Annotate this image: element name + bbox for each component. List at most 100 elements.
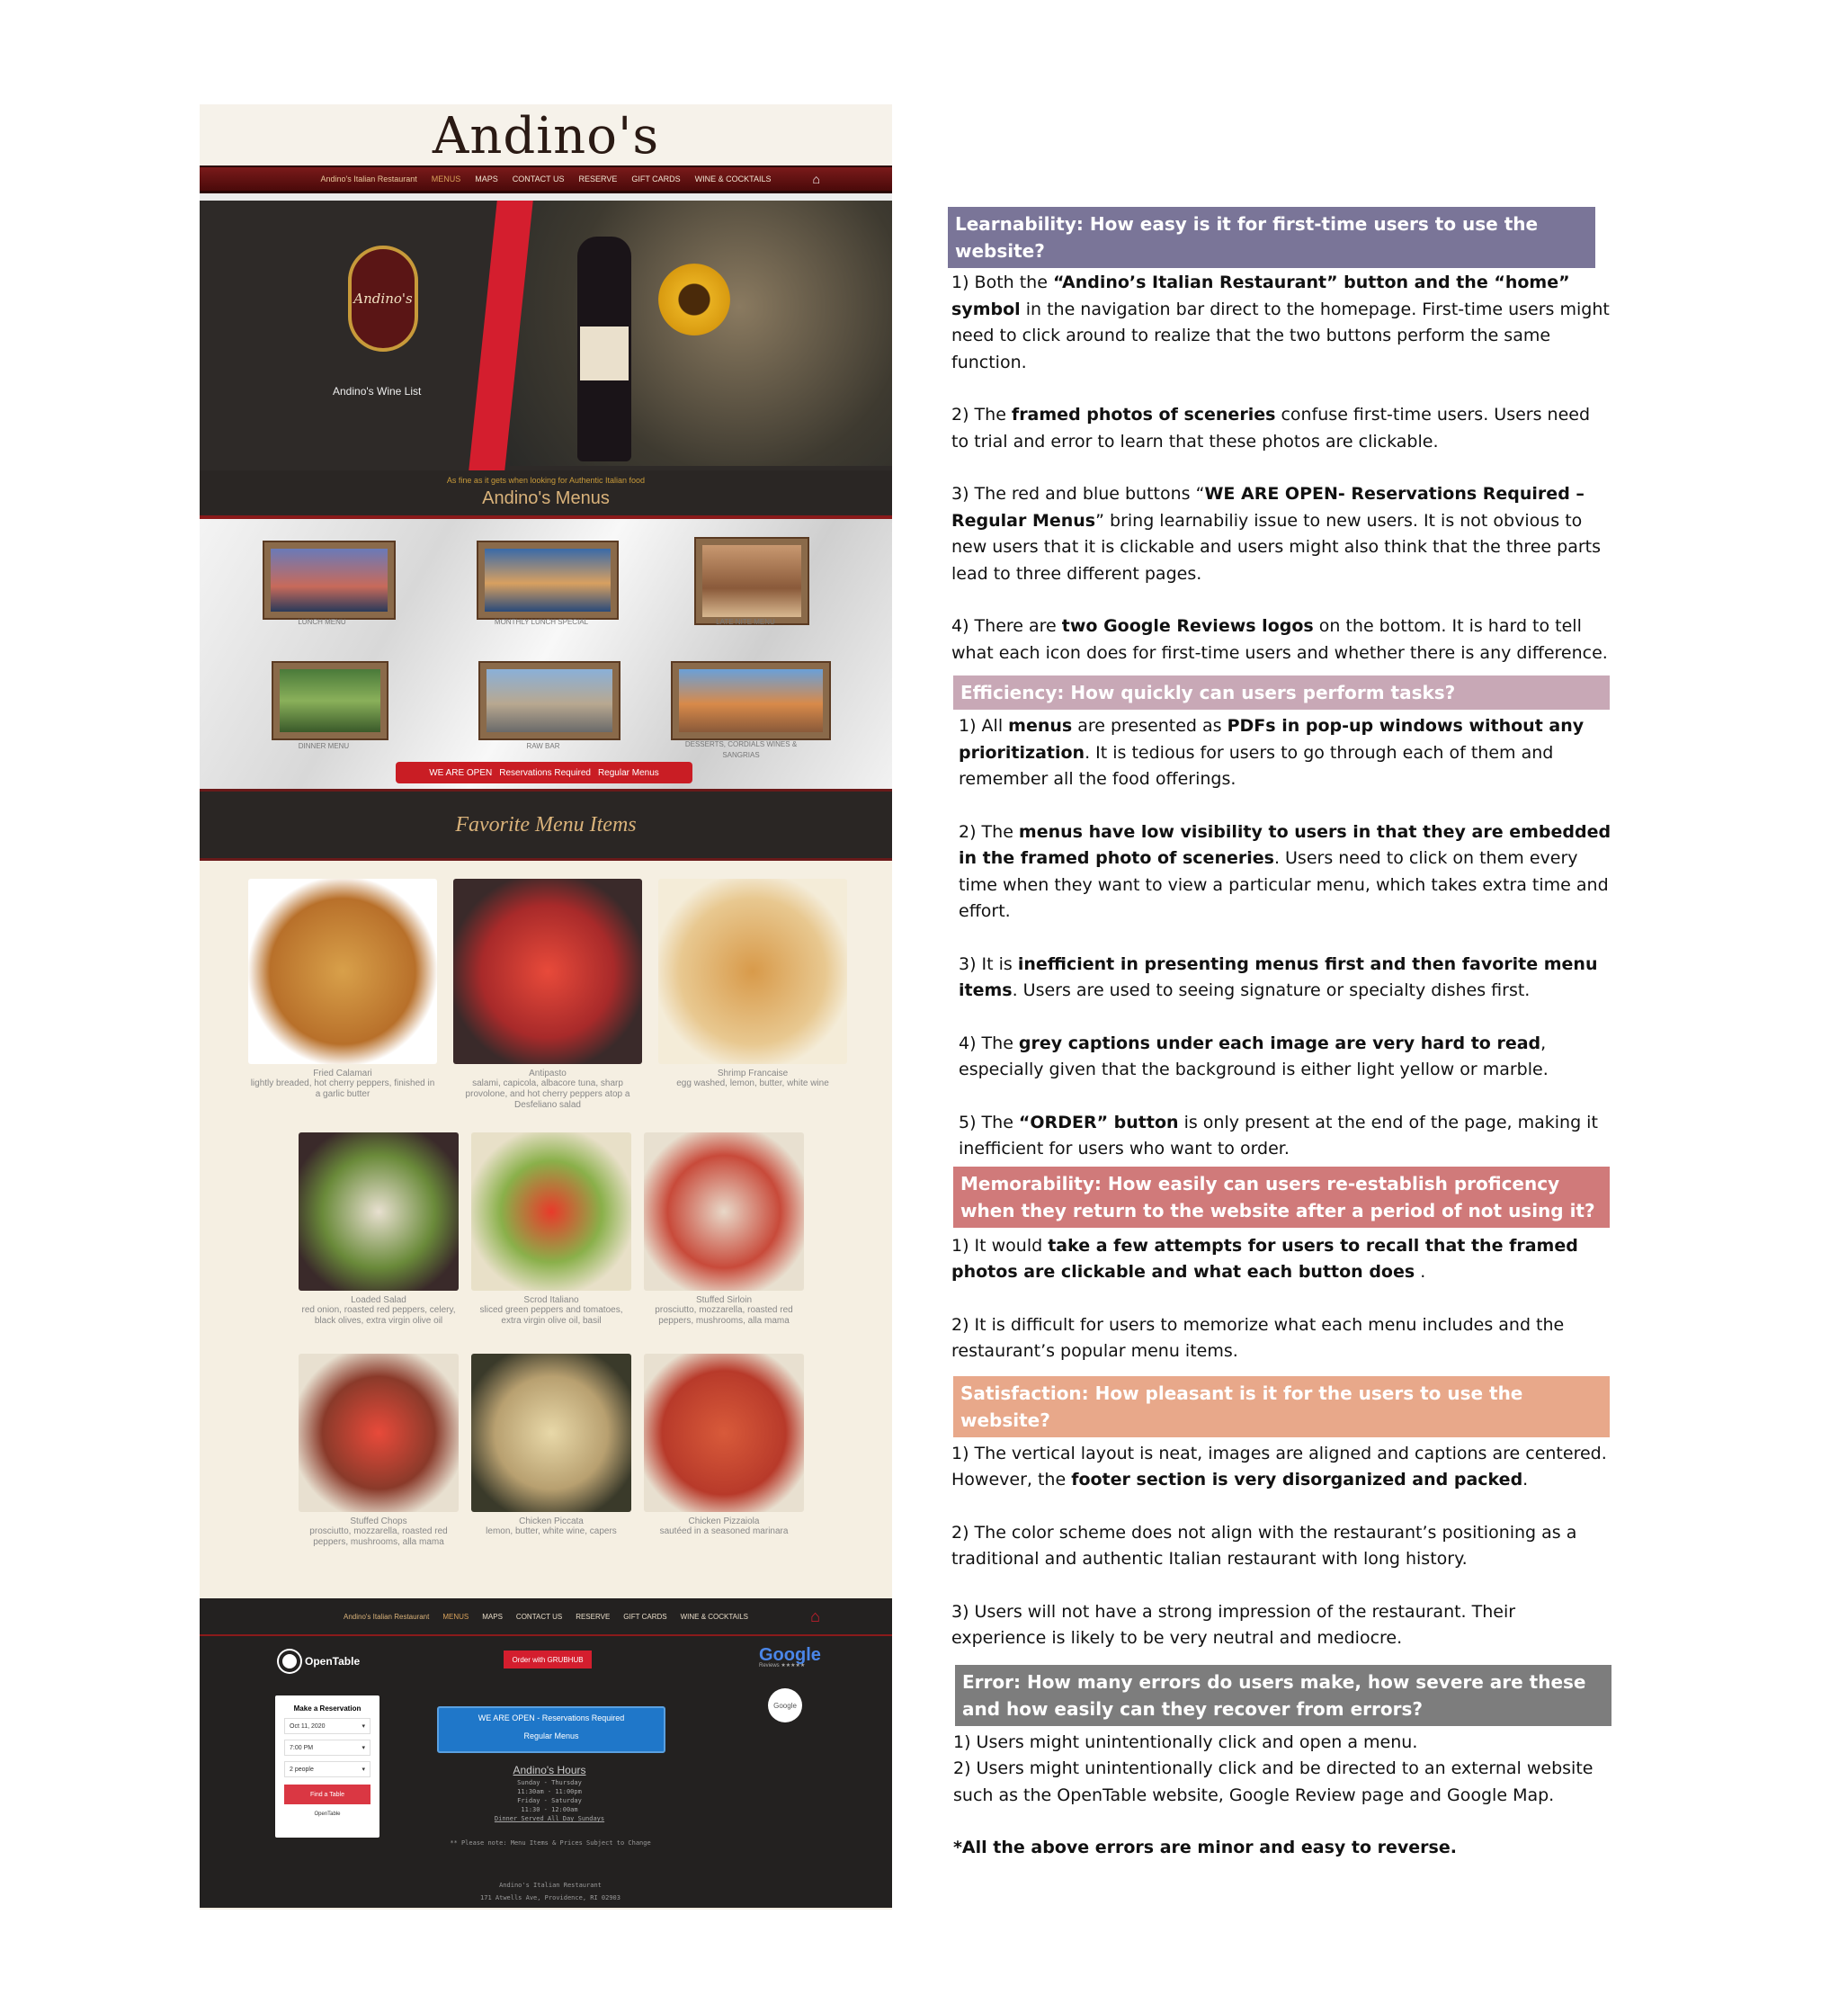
favorite-dishes-grid: Fried Calamari lightly breaded, hot cher… [200, 861, 892, 1598]
we-are-open-blue-button[interactable]: WE ARE OPEN - Reservations Required Regu… [437, 1706, 665, 1753]
memorability-heading: Memorability: How easily can users re-es… [953, 1166, 1610, 1228]
site-logo[interactable]: Andino's [200, 104, 892, 169]
raw-bar-frame[interactable] [480, 663, 619, 738]
house-icon[interactable]: ⌂ [813, 172, 820, 186]
nav-contact[interactable]: CONTACT US [513, 174, 565, 183]
dish-card: Antipasto salami, capicola, albacore tun… [453, 879, 642, 1111]
footer-nav-gift-cards[interactable]: GIFT CARDS [623, 1613, 666, 1621]
note-paragraph: 1) The vertical layout is neat, images a… [951, 1443, 1607, 1490]
house-icon[interactable]: ⌂ [810, 1607, 820, 1626]
we-are-open-red-button[interactable]: WE ARE OPEN Reservations Required Regula… [396, 762, 692, 783]
note-paragraph: 1) Both the “Andino’s Italian Restaurant… [951, 273, 1610, 372]
opentable-powered: OpenTable [314, 1812, 341, 1817]
opentable-logo[interactable]: OpenTable [279, 1651, 360, 1672]
find-table-button[interactable]: Find a Table [284, 1785, 370, 1804]
late-nite-frame[interactable] [696, 539, 808, 623]
dish-photo [248, 879, 437, 1064]
monthly-lunch-frame[interactable] [478, 542, 617, 618]
favorites-title: Favorite Menu Items [455, 813, 637, 836]
site-header: Andino's [200, 104, 892, 166]
date-select[interactable]: Oct 11, 2020 ▾ [284, 1718, 370, 1734]
usability-notes: Learnability: How easy is it for first-t… [948, 207, 1612, 1862]
lunch-menu-frame[interactable] [264, 542, 394, 618]
note-paragraph: 2) Users might unintentionally click and… [953, 1758, 1594, 1805]
grubhub-order-button[interactable]: Order with GRUBHUB [504, 1651, 592, 1668]
note-paragraph: 3) Users will not have a strong impressi… [951, 1601, 1516, 1649]
dish-photo [658, 879, 847, 1064]
footer-nav-reserve[interactable]: RESERVE [576, 1613, 610, 1621]
address: Andino's Italian Restaurant 171 Atwells … [480, 1882, 620, 1901]
party-size-select[interactable]: 2 people ▾ [284, 1761, 370, 1777]
time-select[interactable]: 7:00 PM ▾ [284, 1740, 370, 1756]
favorites-band: Favorite Menu Items [200, 789, 892, 861]
dish-photo [644, 1132, 804, 1291]
menus-heading-band: As fine as it gets when looking for Auth… [200, 470, 892, 519]
dish-card: Fried Calamari lightly breaded, hot cher… [248, 879, 437, 1100]
note-paragraph: 3) The red and blue buttons “WE ARE OPEN… [951, 484, 1602, 584]
dinner-menu-caption: DINNER MENU [298, 742, 350, 750]
note-paragraph: 2) The menus have low visibility to user… [959, 821, 1611, 922]
raw-bar-caption: RAW BAR [526, 742, 560, 750]
google-reviews-logo[interactable]: Google Reviews ★★★★★ [759, 1645, 821, 1668]
dish-photo [644, 1354, 804, 1512]
note-paragraph: 1) It would take a few attempts for user… [951, 1235, 1578, 1283]
footer-nav-home[interactable]: Andino's Italian Restaurant [344, 1613, 429, 1621]
desserts-caption: DESSERTS, CORDIALS WINES & SANGRIAS [684, 740, 798, 759]
site-footer: Andino's Italian Restaurant MENUS MAPS C… [200, 1598, 892, 1908]
note-paragraph: 3) It is inefficient in presenting menus… [959, 953, 1598, 1001]
google-review-badge[interactable]: Google [768, 1688, 802, 1722]
lunch-menu-caption: LUNCH MENU [298, 618, 346, 626]
note-paragraph: *All the above errors are minor and easy… [953, 1838, 1457, 1857]
nav-wine[interactable]: WINE & COCKTAILS [695, 174, 772, 183]
note-paragraph: 4) There are two Google Reviews logos on… [951, 616, 1608, 663]
footer-nav-wine[interactable]: WINE & COCKTAILS [681, 1613, 748, 1621]
note-paragraph: 5) The “ORDER” button is only present at… [959, 1112, 1598, 1159]
hours-block: Andino's Hours Sunday - Thursday 11:30am… [494, 1764, 605, 1822]
dish-photo [299, 1132, 459, 1291]
andinos-badge: Andino's [348, 246, 418, 352]
dish-card: Stuffed Chops prosciutto, mozzarella, ro… [299, 1354, 459, 1548]
opentable-icon [279, 1651, 300, 1672]
footer-nav: Andino's Italian Restaurant MENUS MAPS C… [200, 1598, 892, 1636]
dish-card: Stuffed Sirloin prosciutto, mozzarella, … [644, 1132, 804, 1327]
nav-maps[interactable]: MAPS [475, 174, 498, 183]
dish-photo [453, 879, 642, 1064]
dinner-menu-frame[interactable] [273, 663, 387, 738]
footer-nav-maps[interactable]: MAPS [482, 1613, 503, 1621]
efficiency-heading: Efficiency: How quickly can users perfor… [953, 675, 1610, 710]
satisfaction-heading: Satisfaction: How pleasant is it for the… [953, 1375, 1610, 1437]
dish-photo [299, 1354, 459, 1512]
nav-menus[interactable]: MENUS [432, 174, 461, 183]
late-nite-caption: LATE NITE MENU [716, 618, 775, 626]
learnability-heading: Learnability: How easy is it for first-t… [948, 207, 1595, 268]
bottle-label [580, 327, 629, 380]
note-paragraph: 2) The framed photos of sceneries confus… [951, 405, 1591, 452]
dish-card: Shrimp Francaise egg washed, lemon, butt… [658, 879, 847, 1089]
price-note: ** Please note: Menu Items & Prices Subj… [450, 1839, 651, 1847]
wine-list-link[interactable]: Andino's Wine List [333, 385, 421, 398]
menu-frames-section: LUNCH MENU MONTHLY LUNCH SPECIAL LATE NI… [200, 519, 892, 789]
footer-nav-menus[interactable]: MENUS [442, 1613, 469, 1621]
error-heading: Error: How many errors do users make, ho… [955, 1664, 1611, 1726]
dish-photo [471, 1132, 631, 1291]
note-paragraph: 2) The color scheme does not align with … [951, 1522, 1577, 1570]
note-paragraph: 2) It is difficult for users to memorize… [951, 1314, 1565, 1362]
menus-title: Andino's Menus [482, 488, 610, 508]
dish-card: Chicken Piccata lemon, butter, white win… [471, 1354, 631, 1537]
desserts-frame[interactable] [673, 663, 829, 738]
nav-reserve[interactable]: RESERVE [578, 174, 617, 183]
dish-photo [471, 1354, 631, 1512]
dish-card: Loaded Salad red onion, roasted red pepp… [299, 1132, 459, 1327]
note-paragraph: 1) All menus are presented as PDFs in po… [959, 716, 1585, 789]
hero-banner: Andino's Andino's Wine List [200, 193, 892, 470]
sunflower-image [658, 264, 730, 335]
nav-home-link[interactable]: Andino's Italian Restaurant [320, 174, 416, 183]
nav-gift-cards[interactable]: GIFT CARDS [631, 174, 680, 183]
website-screenshot: Andino's Andino's Italian Restaurant MEN… [200, 104, 892, 1910]
top-nav: Andino's Italian Restaurant MENUS MAPS C… [200, 166, 892, 193]
dish-card: Scrod Italiano sliced green peppers and … [471, 1132, 631, 1327]
reservation-widget: Make a Reservation Oct 11, 2020 ▾ 7:00 PM… [275, 1695, 379, 1838]
chevron-down-icon: ▾ [362, 1767, 365, 1773]
chevron-down-icon: ▾ [362, 1723, 365, 1730]
footer-nav-contact[interactable]: CONTACT US [516, 1613, 562, 1621]
